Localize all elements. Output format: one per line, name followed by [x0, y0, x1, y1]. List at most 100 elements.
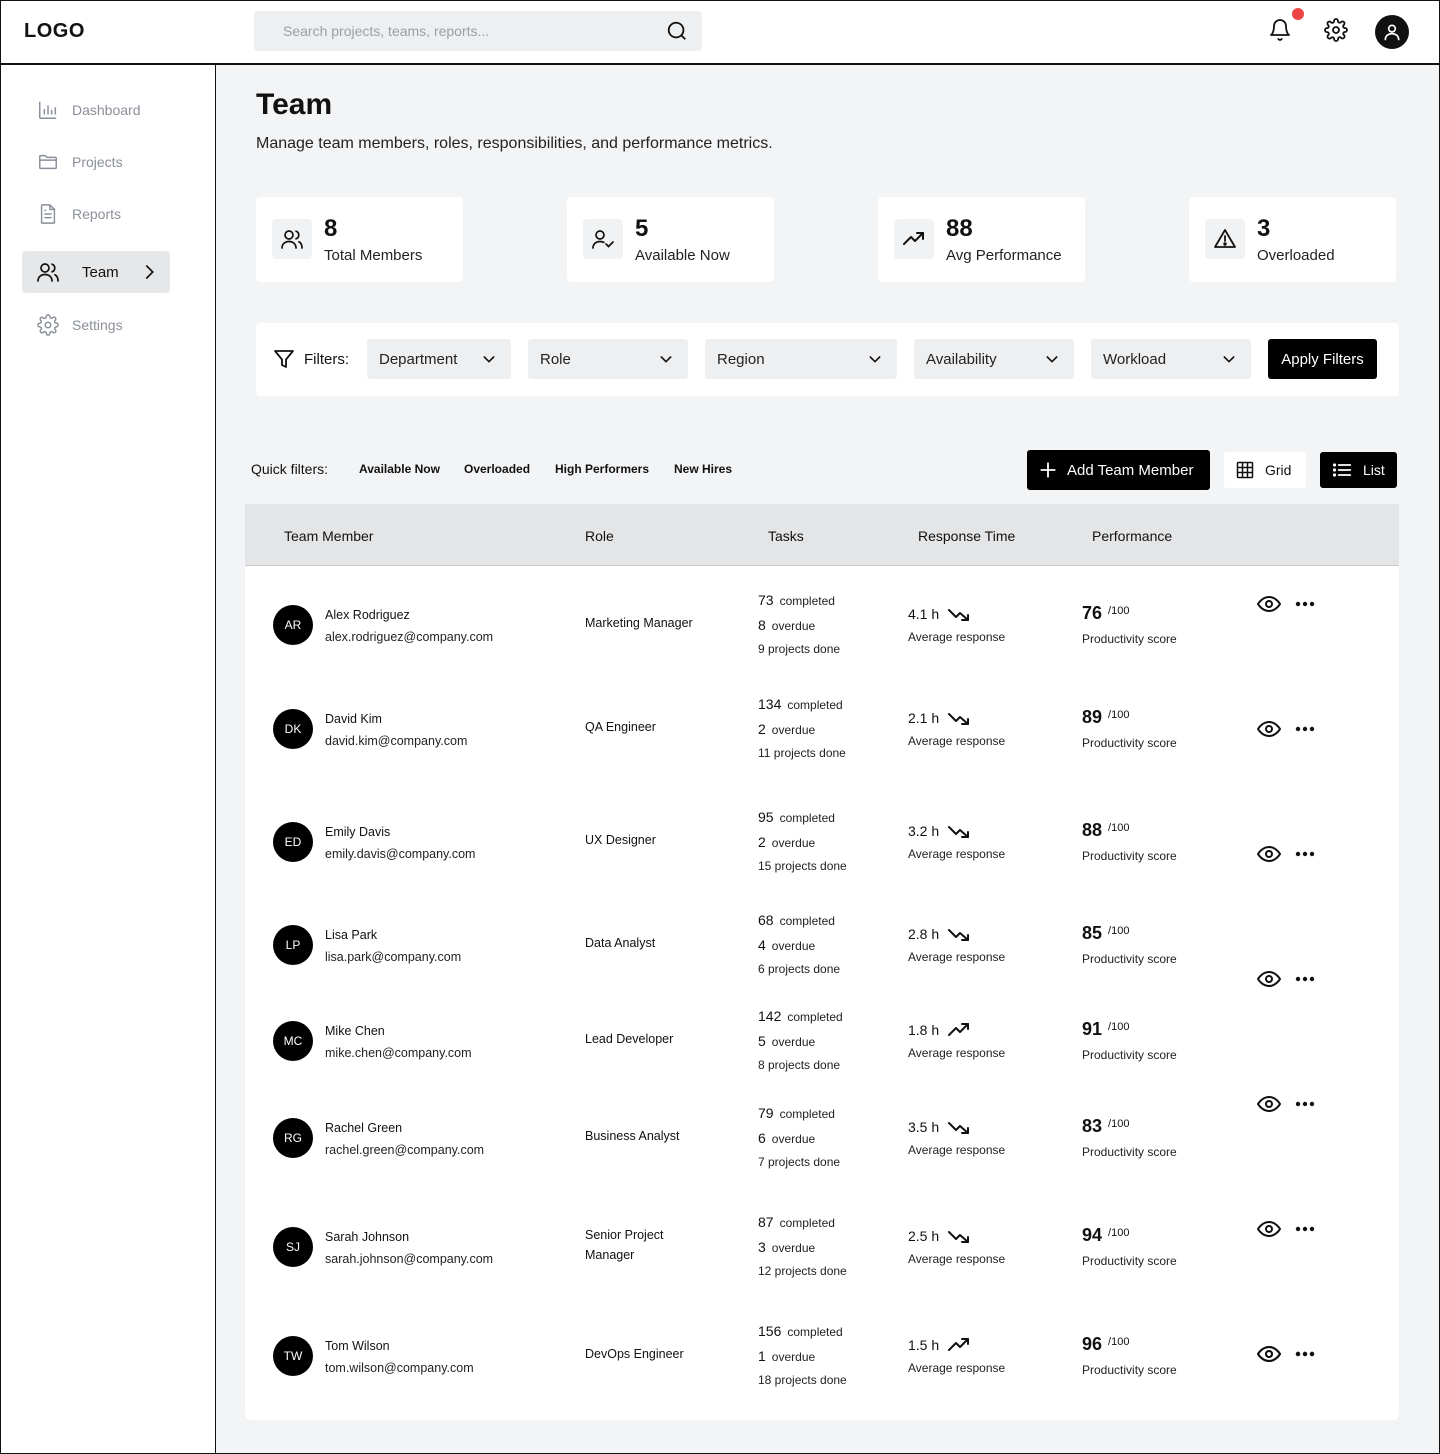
performance-score-max: /100 [1108, 1227, 1130, 1239]
view-icon[interactable] [1256, 969, 1282, 989]
member-name[interactable]: Tom Wilson [325, 1339, 390, 1353]
more-options-icon[interactable] [1292, 969, 1318, 989]
region-dropdown[interactable]: Region [705, 339, 897, 379]
list-view-button[interactable]: List [1320, 452, 1397, 488]
search-icon[interactable] [666, 20, 688, 42]
member-name[interactable]: David Kim [325, 712, 382, 726]
performance-score-value: 88 [1082, 820, 1103, 840]
view-icon[interactable] [1256, 1219, 1282, 1239]
member-email: emily.davis@company.com [325, 847, 476, 861]
stat-label: Available Now [635, 247, 730, 264]
trending-down-icon [948, 1231, 970, 1243]
quick-filter-new-hires[interactable]: New Hires [674, 462, 732, 476]
more-options-icon[interactable] [1292, 719, 1318, 739]
view-icon[interactable] [1256, 1344, 1282, 1364]
performance-score: 89/100 [1082, 707, 1129, 728]
bell-icon[interactable] [1266, 16, 1294, 44]
search-input[interactable] [254, 11, 634, 51]
member-avatar[interactable]: ED [273, 822, 313, 862]
performance-score: 91/100 [1082, 1019, 1129, 1040]
column-header-team-member[interactable]: Team Member [284, 528, 373, 544]
tasks-completed-label: completed [779, 1216, 835, 1230]
more-options-icon[interactable] [1292, 1219, 1318, 1239]
sidebar-item-dashboard[interactable]: Dashboard [22, 89, 170, 131]
member-avatar[interactable]: RG [273, 1118, 313, 1158]
view-icon[interactable] [1256, 594, 1282, 614]
more-options-icon[interactable] [1292, 844, 1318, 864]
sidebar-item-projects[interactable]: Projects [22, 141, 170, 183]
performance-score-max: /100 [1108, 709, 1130, 721]
team-table: Team Member Role Tasks Response Time Per… [245, 504, 1399, 1420]
member-avatar[interactable]: DK [273, 709, 313, 749]
performance-score-max: /100 [1108, 1021, 1130, 1033]
column-header-role[interactable]: Role [585, 528, 614, 544]
dropdown-label: Department [379, 350, 458, 368]
department-dropdown[interactable]: Department [367, 339, 511, 379]
tasks-overdue-count: 6 [758, 1130, 766, 1146]
response-time-value: 1.8 h [908, 1022, 940, 1038]
quick-filter-overloaded[interactable]: Overloaded [464, 462, 530, 476]
gear-icon[interactable] [1322, 16, 1350, 44]
trending-down-icon [948, 826, 970, 838]
add-team-member-button[interactable]: Add Team Member [1027, 450, 1210, 490]
sidebar-item-team[interactable]: Team [22, 251, 170, 293]
chevron-down-icon [869, 356, 881, 363]
projects-done: 11 projects done [758, 746, 846, 760]
tasks-completed-count: 68 [758, 912, 774, 928]
tasks-completed-count: 73 [758, 592, 774, 608]
more-options-icon[interactable] [1292, 1094, 1318, 1114]
member-avatar[interactable]: LP [273, 925, 313, 965]
member-avatar[interactable]: AR [273, 605, 313, 645]
tasks-completed: 87 completed [758, 1214, 835, 1230]
stat-label: Avg Performance [946, 247, 1062, 264]
more-options-icon[interactable] [1292, 1344, 1318, 1364]
tasks-overdue: 2 overdue [758, 721, 815, 737]
member-name[interactable]: Lisa Park [325, 928, 377, 942]
member-name[interactable]: Alex Rodriguez [325, 608, 410, 622]
tasks-completed: 95 completed [758, 809, 835, 825]
member-name[interactable]: Sarah Johnson [325, 1230, 409, 1244]
response-time-value: 3.2 h [908, 823, 940, 839]
response-time: 1.8 h [908, 1022, 971, 1038]
quick-filter-available-now[interactable]: Available Now [359, 462, 440, 476]
tasks-completed-count: 156 [758, 1323, 782, 1339]
stat-value: 3 [1257, 215, 1271, 242]
response-time-value: 1.5 h [908, 1337, 940, 1353]
performance-label: Productivity score [1082, 952, 1177, 966]
trending-up-icon [894, 219, 934, 259]
search-bar[interactable] [254, 11, 702, 51]
grid-view-button[interactable]: Grid [1224, 452, 1306, 488]
column-header-response-time[interactable]: Response Time [918, 528, 1015, 544]
tasks-overdue-label: overdue [771, 939, 816, 953]
role-dropdown[interactable]: Role [528, 339, 688, 379]
logo[interactable]: LOGO [24, 20, 85, 43]
member-avatar[interactable]: TW [273, 1336, 313, 1376]
stat-card-available-now: 5 Available Now [567, 197, 774, 282]
tasks-overdue-count: 2 [758, 834, 766, 850]
tasks-completed: 134 completed [758, 696, 843, 712]
member-role: Marketing Manager [585, 616, 693, 630]
member-avatar[interactable]: SJ [273, 1227, 313, 1267]
workload-dropdown[interactable]: Workload [1091, 339, 1251, 379]
more-options-icon[interactable] [1292, 594, 1318, 614]
member-role: Business Analyst [585, 1129, 680, 1143]
availability-dropdown[interactable]: Availability [914, 339, 1074, 379]
grid-icon [1236, 461, 1254, 479]
member-avatar[interactable]: MC [273, 1021, 313, 1061]
performance-score: 76/100 [1082, 603, 1129, 624]
view-icon[interactable] [1256, 844, 1282, 864]
column-header-tasks[interactable]: Tasks [768, 528, 804, 544]
sidebar-item-reports[interactable]: Reports [22, 193, 170, 235]
apply-filters-button[interactable]: Apply Filters [1268, 339, 1377, 379]
member-name[interactable]: Rachel Green [325, 1121, 402, 1135]
member-name[interactable]: Emily Davis [325, 825, 390, 839]
quick-filter-high-performers[interactable]: High Performers [555, 462, 649, 476]
user-avatar[interactable] [1375, 15, 1409, 49]
view-icon[interactable] [1256, 1094, 1282, 1114]
sidebar-item-settings[interactable]: Settings [22, 304, 170, 346]
response-time-label: Average response [908, 847, 1006, 861]
trending-down-icon [948, 713, 970, 725]
member-name[interactable]: Mike Chen [325, 1024, 385, 1038]
column-header-performance[interactable]: Performance [1092, 528, 1172, 544]
view-icon[interactable] [1256, 719, 1282, 739]
